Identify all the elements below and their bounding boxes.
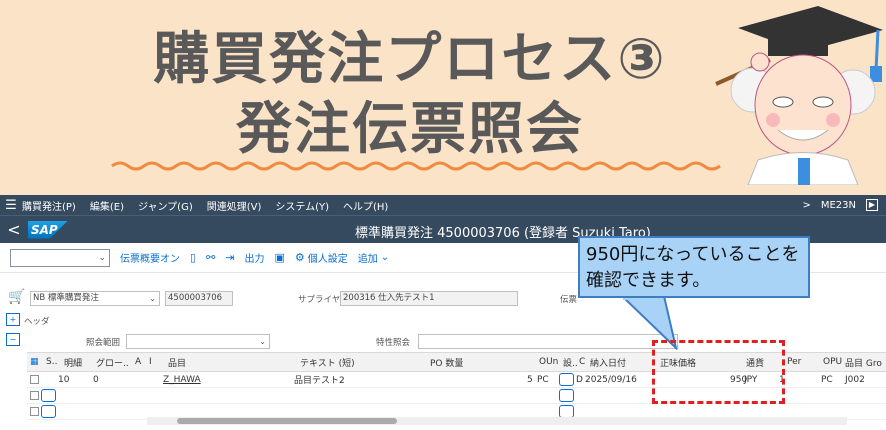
output-label: 出力 (244, 254, 265, 265)
row-checkbox[interactable] (30, 407, 39, 416)
col-per[interactable]: Per (787, 353, 801, 371)
highlight-box (652, 340, 785, 404)
tcode-label: ME23N (820, 199, 856, 211)
col-po-qty[interactable]: PO 数量 (430, 353, 463, 371)
row-checkbox[interactable] (30, 375, 39, 384)
sap-logo: SAP (28, 220, 68, 239)
row-status-button[interactable] (41, 389, 56, 402)
professor-illustration (715, 6, 883, 185)
doc-overview-label: 伝票概要オン (120, 254, 180, 265)
callout-box: 950円になっていることを確認できます。 (578, 236, 810, 298)
tutorial-banner: 購買発注プロセス③ 発注伝票照会 (0, 0, 886, 185)
document-button[interactable]: ▯ (190, 251, 196, 264)
menu-item-goto[interactable]: ジャンプ(G) (138, 198, 193, 213)
col-c[interactable]: C (579, 353, 585, 371)
document-icon: ▯ (190, 251, 197, 264)
info-box-icon: ▣ (274, 251, 285, 264)
cell-po-qty[interactable]: 5 (527, 372, 533, 387)
col-i[interactable]: I (149, 353, 152, 371)
col-setting[interactable]: 設.. (563, 353, 578, 371)
row-status-button[interactable] (41, 405, 56, 418)
output-button[interactable]: 出力 (245, 250, 265, 265)
header-section-label: ヘッダ (24, 317, 50, 327)
banner-title-line1: 購買発注プロセス③ (153, 27, 667, 92)
cell-group[interactable]: 0 (93, 372, 99, 387)
supplier-field[interactable]: 200316 仕入先テスト1 (340, 291, 518, 306)
ref-range-select[interactable]: ⌄ (126, 334, 270, 349)
hamburger-icon[interactable]: ☰ (0, 198, 22, 213)
horizontal-scrollbar[interactable] (147, 417, 847, 425)
row-checkbox[interactable] (30, 391, 39, 400)
cell-material-group[interactable]: J002 (845, 372, 865, 387)
col-material-group[interactable]: 品目 Gro (845, 353, 882, 371)
cart-icon: 🛒 (8, 289, 26, 305)
col-delivery-date[interactable]: 納入日付 (590, 353, 626, 371)
cell-item[interactable]: 10 (58, 372, 69, 387)
menu-item-system[interactable]: システム(Y) (275, 198, 329, 213)
add-menu-button[interactable]: 追加 ⌄ (358, 250, 389, 265)
menu-bar: ☰ 購買発注(P) 編集(E) ジャンプ(G) 関連処理(V) システム(Y) … (0, 195, 886, 215)
info-button[interactable]: ▣ (275, 251, 285, 264)
doc-overview-button[interactable]: 伝票概要オン (120, 250, 180, 265)
doc-type-value: NB 標準購買発注 (33, 293, 99, 303)
personal-settings-label: 個人設定 (307, 254, 348, 265)
col-opu[interactable]: OPU (823, 353, 842, 371)
col-status[interactable]: S.. (46, 353, 57, 371)
menu-item-help[interactable]: ヘルプ(H) (343, 198, 388, 213)
chevron-down-icon: ⌄ (149, 294, 156, 303)
cell-material[interactable]: Z_HAWA (163, 372, 201, 387)
chevron-down-icon: ⌄ (98, 252, 106, 263)
cell-oun[interactable]: PC (537, 372, 549, 387)
export-button[interactable]: ⇥ (225, 251, 234, 264)
cell-c: D (576, 374, 583, 385)
col-a[interactable]: A (135, 353, 141, 371)
settings-icon: ⚙ (294, 251, 305, 264)
menu-item-environment[interactable]: 関連処理(V) (207, 198, 262, 213)
back-icon[interactable]: < (0, 220, 28, 239)
setting-button[interactable] (559, 389, 574, 402)
chevron-down-icon: ⌄ (380, 252, 390, 263)
menu-item-edit[interactable]: 編集(E) (90, 198, 124, 213)
menu-item-po[interactable]: 購買発注(P) (22, 198, 76, 213)
glasses-button[interactable]: ⚯ (206, 251, 215, 264)
collapse-items-icon[interactable]: − (6, 333, 20, 346)
doc-type-select[interactable]: NB 標準購買発注 ⌄ (30, 291, 160, 306)
ref-range-label: 照会範囲 (86, 338, 121, 348)
cell-short-text[interactable]: 品目テスト2 (294, 372, 345, 387)
personal-settings-button[interactable]: ⚙ 個人設定 (295, 250, 348, 265)
doc-date-label: 伝票 (560, 295, 578, 305)
glasses-icon: ⚯ (206, 251, 216, 264)
add-label: 追加 (357, 254, 378, 265)
col-oun[interactable]: OUn (539, 353, 558, 371)
col-short-text[interactable]: テキスト (短) (300, 353, 355, 371)
setting-button[interactable] (559, 373, 574, 386)
cell-opu[interactable]: PC (821, 372, 833, 387)
char-label: 特性照会 (376, 338, 411, 348)
squiggle-underline (111, 161, 721, 171)
export-icon: ⇥ (225, 251, 235, 264)
chevron-right-icon[interactable]: > (802, 200, 810, 211)
col-group[interactable]: グロー.. (96, 353, 129, 371)
banner-title-line2: 発注伝票照会 (236, 97, 584, 162)
grid-settings-icon[interactable]: ▦ (30, 353, 39, 371)
expand-header-icon[interactable]: + (6, 313, 20, 326)
chevron-down-icon: ⌄ (259, 337, 266, 346)
po-number-field[interactable]: 4500003706 (165, 291, 233, 306)
play-icon[interactable]: ▶ (866, 199, 878, 211)
supplier-label: サプライヤ: (298, 295, 344, 305)
cell-delivery-date[interactable]: 2025/09/16 (585, 372, 637, 387)
col-material[interactable]: 品目 (168, 353, 186, 371)
col-item[interactable]: 明細 (64, 353, 82, 371)
toolbar-dropdown[interactable]: ⌄ (10, 248, 110, 267)
scrollbar-thumb[interactable] (177, 418, 397, 424)
